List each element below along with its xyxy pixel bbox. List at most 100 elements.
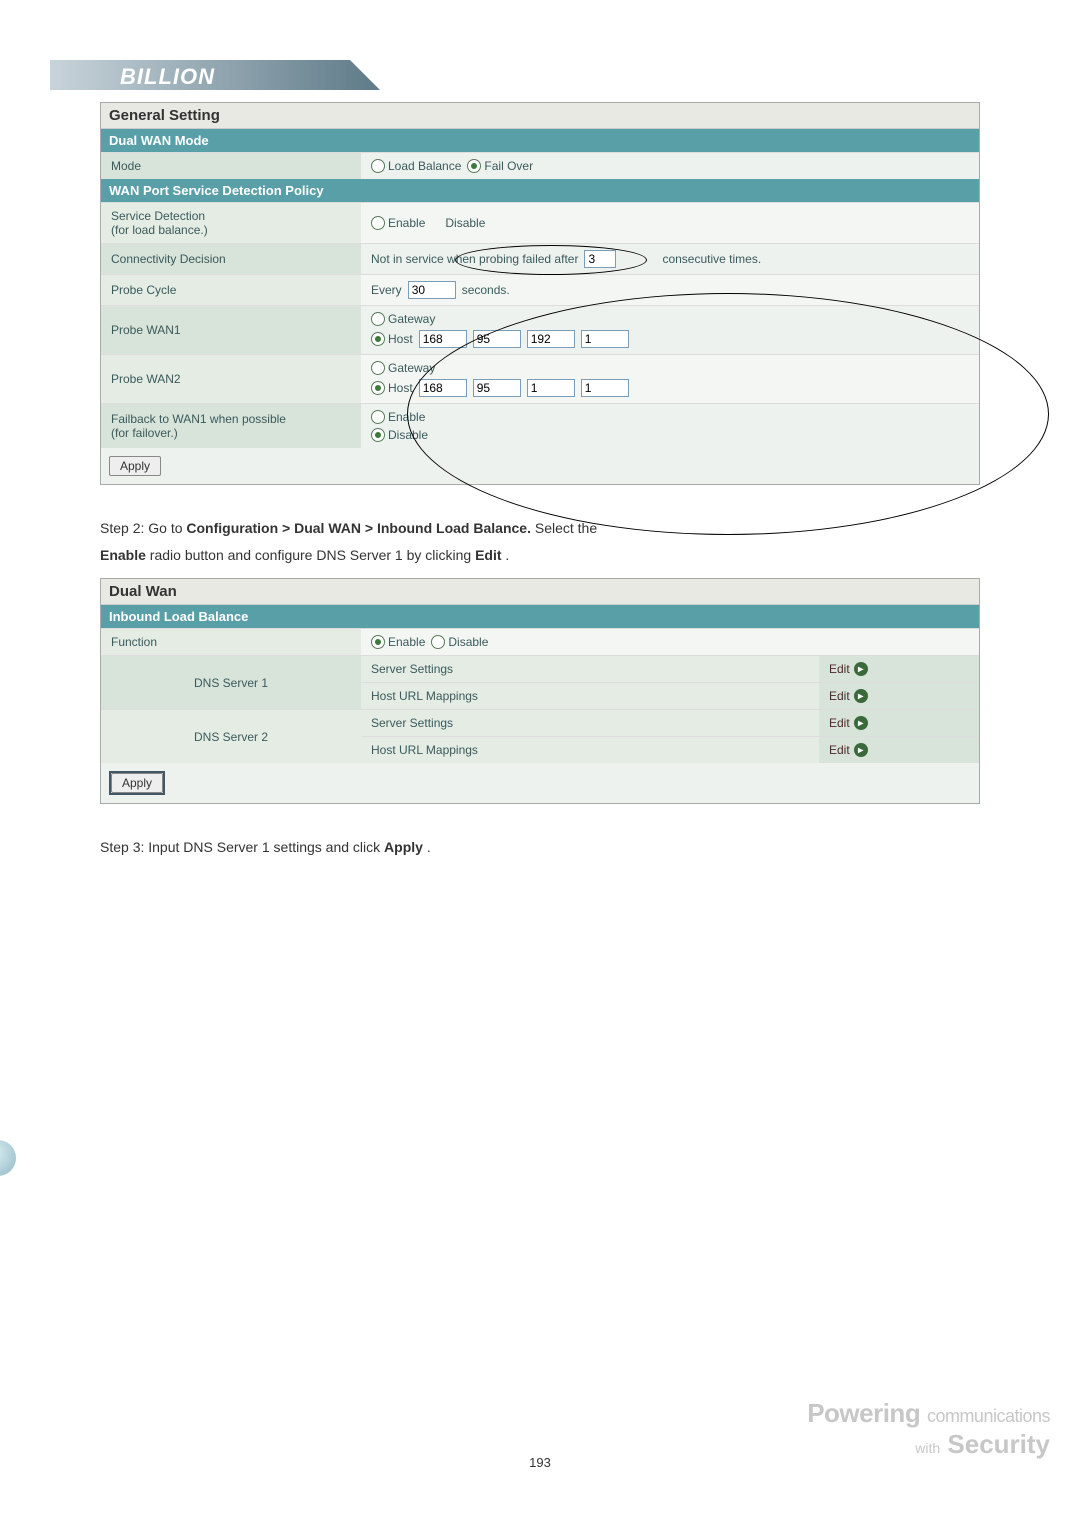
sd-enable-text: Enable — [388, 216, 425, 230]
dns1-server-settings: Server Settings — [361, 656, 819, 682]
step3-tail: . — [427, 839, 431, 855]
edit-icon: ▸ — [854, 689, 868, 703]
pw1-ip-2[interactable] — [527, 330, 575, 348]
pw2-gateway-radio[interactable]: Gateway — [371, 361, 435, 375]
page-footer: 193 Powering communications with Securit… — [0, 1455, 1080, 1470]
step2-mid1: Select the — [535, 520, 597, 536]
sd-disable-radio[interactable]: Disable — [445, 216, 485, 230]
step2-mid2: radio button and configure DNS Server 1 … — [150, 547, 475, 563]
connectivity-decision-value: Not in service when probing failed after… — [361, 244, 979, 274]
step3-text: Step 3: Input DNS Server 1 settings and … — [100, 834, 980, 861]
powering-logo: Powering communications with Security — [807, 1398, 1050, 1460]
dualwan-title: Dual Wan — [101, 579, 979, 605]
edit-icon: ▸ — [854, 662, 868, 676]
probe-wan1-label: Probe WAN1 — [101, 306, 361, 354]
probe-cycle-value: Every seconds. — [361, 275, 979, 305]
dns2-label: DNS Server 2 — [101, 710, 361, 763]
dualwan-apply-button[interactable]: Apply — [111, 773, 163, 793]
pc-input[interactable] — [408, 281, 456, 299]
apply-button[interactable]: Apply — [109, 456, 161, 476]
pw2-ip-1[interactable] — [473, 379, 521, 397]
sd-enable-radio[interactable]: Enable — [371, 216, 425, 230]
general-setting-panel: General Setting Dual WAN Mode Mode Load … — [100, 102, 980, 485]
section-wan-detect: WAN Port Service Detection Policy — [101, 179, 979, 202]
step2-enable: Enable — [100, 547, 146, 563]
edit-label: Edit — [829, 716, 850, 730]
radio-icon — [371, 381, 385, 395]
pc-post: seconds. — [462, 283, 510, 297]
mode-label: Mode — [101, 153, 361, 179]
dual-wan-panel: Dual Wan Inbound Load Balance Function E… — [100, 578, 980, 804]
dns1-host-url: Host URL Mappings — [361, 682, 819, 709]
pw1-ip-0[interactable] — [419, 330, 467, 348]
fb-disable-text: Disable — [388, 428, 428, 442]
func-disable-radio[interactable]: Disable — [431, 635, 488, 649]
pw2-host-radio[interactable]: Host — [371, 381, 413, 395]
step2-pre: Step 2: Go to — [100, 520, 186, 536]
cd-input[interactable] — [584, 250, 616, 268]
edit-label: Edit — [829, 743, 850, 757]
edit-label: Edit — [829, 689, 850, 703]
pw2-host-text: Host — [388, 381, 413, 395]
dns2-host-url: Host URL Mappings — [361, 736, 819, 763]
probe-wan1-value: Gateway Host — [361, 306, 979, 354]
pw1-ip-3[interactable] — [581, 330, 629, 348]
pw1-gateway-radio[interactable]: Gateway — [371, 312, 435, 326]
section-inbound-lb: Inbound Load Balance — [101, 605, 979, 628]
pw2-ip-3[interactable] — [581, 379, 629, 397]
pw1-host-radio[interactable]: Host — [371, 332, 413, 346]
radio-icon — [371, 332, 385, 346]
fb-disable-radio[interactable]: Disable — [371, 428, 428, 442]
mode-fail-over-radio[interactable]: Fail Over — [467, 159, 533, 173]
dns1-ss-edit[interactable]: Edit ▸ — [819, 656, 979, 682]
dns2-hum-edit[interactable]: Edit ▸ — [819, 736, 979, 763]
radio-icon — [467, 159, 481, 173]
mode-load-balance-radio[interactable]: Load Balance — [371, 159, 461, 173]
pw2-gw-text: Gateway — [388, 361, 435, 375]
fb-enable-radio[interactable]: Enable — [371, 410, 425, 424]
dns2-ss-edit[interactable]: Edit ▸ — [819, 710, 979, 736]
edit-icon: ▸ — [854, 716, 868, 730]
func-enable-radio[interactable]: Enable — [371, 635, 425, 649]
pw2-ip-0[interactable] — [419, 379, 467, 397]
probe-cycle-label: Probe Cycle — [101, 275, 361, 305]
cd-post: consecutive times. — [662, 252, 761, 266]
fb-enable-text: Enable — [388, 410, 425, 424]
step2-tail: . — [505, 547, 509, 563]
sd-disable-text: Disable — [445, 216, 485, 230]
communications-word: communications — [927, 1406, 1050, 1426]
dns2-server-settings: Server Settings — [361, 710, 819, 736]
dns1-hum-edit[interactable]: Edit ▸ — [819, 682, 979, 709]
radio-icon — [371, 428, 385, 442]
radio-icon — [371, 635, 385, 649]
pc-pre: Every — [371, 283, 402, 297]
svg-text:BILLION: BILLION — [120, 64, 215, 89]
probe-wan2-value: Gateway Host — [361, 355, 979, 403]
pw2-ip-2[interactable] — [527, 379, 575, 397]
pw1-ip-1[interactable] — [473, 330, 521, 348]
logo-banner: BILLION — [100, 60, 980, 100]
powering-word: Powering — [807, 1398, 920, 1428]
panel-title: General Setting — [101, 103, 979, 129]
dns1-label: DNS Server 1 — [101, 656, 361, 709]
cd-pre: Not in service when probing failed after — [371, 252, 578, 266]
function-label: Function — [101, 629, 361, 655]
step3-pre: Step 3: Input DNS Server 1 settings and … — [100, 839, 384, 855]
mode-lb-label: Load Balance — [388, 159, 461, 173]
func-enable-text: Enable — [388, 635, 425, 649]
service-detection-value: Enable Disable — [361, 203, 979, 243]
mode-value: Load Balance Fail Over — [361, 153, 979, 179]
decorative-orb-icon — [0, 1140, 16, 1176]
func-disable-text: Disable — [448, 635, 488, 649]
function-value: Enable Disable — [361, 629, 979, 655]
radio-icon — [371, 361, 385, 375]
pw1-host-text: Host — [388, 332, 413, 346]
radio-icon — [371, 410, 385, 424]
radio-icon — [431, 635, 445, 649]
edit-icon: ▸ — [854, 743, 868, 757]
pw1-gw-text: Gateway — [388, 312, 435, 326]
failback-value: Enable Disable — [361, 404, 979, 448]
billion-logo-icon: BILLION — [50, 60, 380, 104]
radio-icon — [371, 216, 385, 230]
edit-label: Edit — [829, 662, 850, 676]
